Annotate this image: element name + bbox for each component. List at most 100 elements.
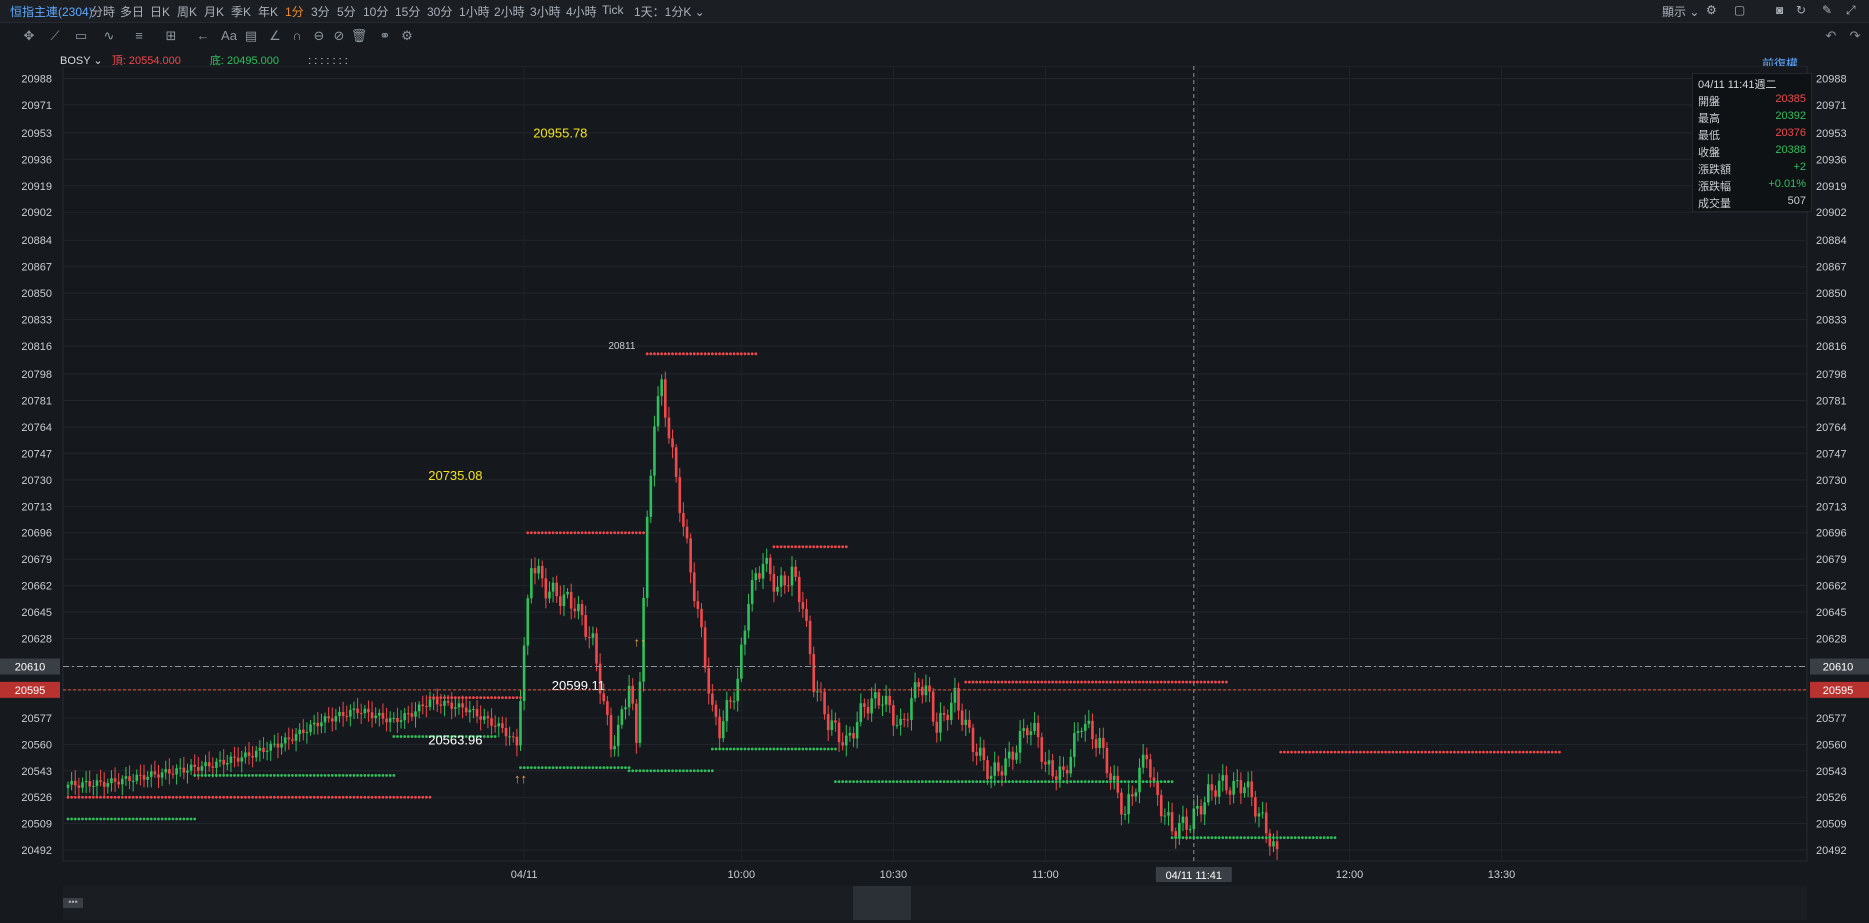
undo-icon[interactable]: ↶ <box>1822 27 1840 45</box>
candlestick-chart[interactable]: 20988 20988 20971 20971 20953 20953 20936 20936… <box>0 66 1869 882</box>
timeframe-tab-active[interactable]: 1分 <box>285 3 304 20</box>
timeframe-tab[interactable]: 30分 <box>427 3 452 20</box>
timeframe-tab[interactable]: 15分 <box>395 3 420 20</box>
buy-signal-marker: ↑↑ <box>514 771 527 786</box>
measure-tool-icon[interactable]: ⊞ <box>162 27 180 45</box>
timeframe-tab[interactable]: 周K <box>177 3 197 20</box>
top-dot <box>497 696 501 700</box>
candle-body <box>1051 760 1054 777</box>
symbol-title[interactable]: 恒指主連(2304) <box>10 3 93 20</box>
line-tool-icon[interactable]: ⟋ <box>46 27 64 45</box>
candle-body <box>435 698 439 705</box>
link-icon[interactable]: ⚭ <box>376 27 394 45</box>
channel-tool-icon[interactable]: ≡ <box>130 27 148 45</box>
bottom-dot <box>1036 780 1040 784</box>
timeframe-tab[interactable]: 分時 <box>91 3 115 20</box>
ruler-icon[interactable]: ∠ <box>266 27 284 45</box>
display-menu[interactable]: 顯示 ⌄ <box>1662 3 1699 20</box>
timeframe-tab[interactable]: 10分 <box>363 3 388 20</box>
timeframe-tab[interactable]: 月K <box>204 3 224 20</box>
candle-body <box>1199 805 1203 815</box>
refresh-icon[interactable]: ↻ <box>1796 3 1806 17</box>
gear-icon[interactable]: ⚙ <box>398 27 416 45</box>
candle-body <box>1228 790 1232 795</box>
magnet-icon[interactable]: ∩ <box>288 27 306 45</box>
timeframe-tab[interactable]: 3小時 <box>530 3 561 20</box>
timeframe-tab[interactable]: 4小時 <box>566 3 597 20</box>
candle-body <box>1178 822 1181 838</box>
timeframe-tab[interactable]: 5分 <box>337 3 356 20</box>
bottom-dot <box>758 747 761 751</box>
trash-icon[interactable]: 🗑 <box>350 27 368 45</box>
candle-body <box>280 743 283 748</box>
redo-icon[interactable]: ↷ <box>1846 27 1864 45</box>
timeframe-tab[interactable]: Tick <box>602 3 624 17</box>
bottom-dot <box>957 780 960 784</box>
candle-body <box>381 712 385 719</box>
top-dot <box>1550 750 1554 754</box>
bottom-dot <box>374 774 378 777</box>
expand-icon[interactable]: ⤢ <box>1846 3 1856 18</box>
settings-icon[interactable]: ⚙ <box>1706 3 1717 17</box>
bottom-dot <box>399 735 403 738</box>
arrow-tool-icon[interactable]: ← <box>194 27 212 45</box>
comment-icon[interactable]: ▤ <box>242 27 260 45</box>
x-tick-label: 11:00 <box>1032 869 1059 881</box>
candle-body <box>982 747 986 761</box>
timeframe-tab[interactable]: 年K <box>258 3 278 20</box>
ohlc-tooltip: 04/11 11:41週二 開盤 20385 最高 20392 最低 20376 收盤… <box>1692 73 1812 212</box>
bottom-dot <box>417 735 421 738</box>
candle-body <box>1080 730 1083 732</box>
top-dot <box>1011 680 1015 684</box>
candle-body <box>743 630 747 645</box>
interval-select[interactable]: 1天：1分K ⌄ <box>634 3 705 20</box>
top-dot <box>1500 750 1503 754</box>
text-tool-icon[interactable]: Aa <box>220 27 238 45</box>
timeframe-tab[interactable]: 多日 <box>120 3 144 20</box>
candle-body <box>207 762 211 767</box>
top-dot <box>1362 750 1366 754</box>
candle-body <box>866 706 870 714</box>
scroll-thumb[interactable] <box>853 886 911 920</box>
hide-icon[interactable]: ⊘ <box>330 27 348 45</box>
timeframe-tab[interactable]: 日K <box>150 3 170 20</box>
bottom-dot <box>1167 780 1170 784</box>
top-dot <box>262 795 265 799</box>
wave-tool-icon[interactable]: ∿ <box>100 27 118 45</box>
top-dot <box>710 352 714 356</box>
ohlc-value: 20376 <box>1775 127 1806 139</box>
candle-body <box>468 709 472 713</box>
candle-body <box>779 575 783 587</box>
top-dot <box>707 352 711 356</box>
timeframe-tab[interactable]: 季K <box>231 3 251 20</box>
bottom-dot <box>703 769 707 773</box>
candle-body <box>797 576 801 603</box>
bottom-dot <box>710 769 714 773</box>
top-dot <box>388 795 392 799</box>
bottom-dot <box>359 774 363 777</box>
top-dot <box>1127 680 1131 684</box>
rectangle-tool-icon[interactable]: ▭ <box>72 27 90 45</box>
candle-body <box>1181 816 1185 823</box>
move-icon[interactable]: ✥ <box>20 27 38 45</box>
candle-body <box>758 573 761 579</box>
top-dot <box>338 795 341 799</box>
candle-body <box>964 719 968 726</box>
timeline-scrollbar[interactable]: ••• <box>63 886 1807 920</box>
top-dot <box>1123 680 1127 684</box>
timeframe-tab[interactable]: 2小時 <box>494 3 525 20</box>
bottom-dot <box>410 735 414 738</box>
bottom-dot <box>577 766 580 770</box>
camera-icon[interactable]: ◙ <box>1776 3 1783 17</box>
timeframe-tab[interactable]: 3分 <box>311 3 330 20</box>
candle-body <box>772 574 776 592</box>
lock-icon[interactable]: ⊖ <box>310 27 328 45</box>
pencil-icon[interactable]: ✎ <box>1822 3 1832 17</box>
timeframe-tab[interactable]: 1小時 <box>459 3 490 20</box>
top-dot <box>1214 680 1217 684</box>
layout-icon[interactable]: ▢ <box>1734 3 1745 17</box>
scroll-handle-icon[interactable]: ••• <box>63 898 83 908</box>
top-dot <box>1297 750 1301 754</box>
top-dot <box>446 696 450 700</box>
bottom-dot <box>830 747 834 751</box>
